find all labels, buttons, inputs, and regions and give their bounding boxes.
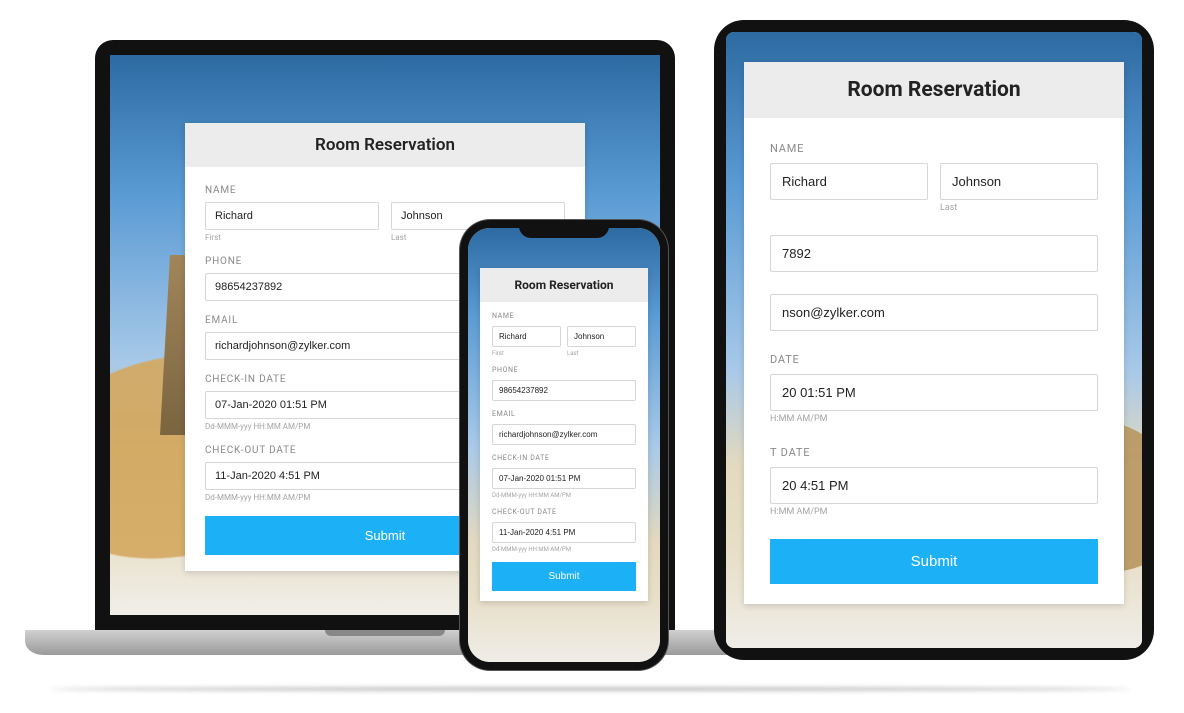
checkout-help-partial: H:MM AM/PM (770, 507, 1098, 517)
checkin-label-partial: DATE (770, 353, 1098, 366)
phone-input-partial[interactable] (770, 235, 1098, 272)
last-name-input[interactable] (567, 326, 636, 347)
name-label: NAME (492, 312, 636, 320)
email-input-partial[interactable] (770, 294, 1098, 331)
checkin-help: Dd-MMM-yyy HH:MM AM/PM (492, 492, 636, 499)
first-name-input[interactable] (205, 202, 379, 230)
form-title: Room Reservation (744, 62, 1124, 118)
checkout-help: Dd-MMM-yyy HH:MM AM/PM (492, 546, 636, 553)
first-name-help: First (492, 350, 561, 357)
last-name-input[interactable] (940, 163, 1098, 200)
reservation-form: Room Reservation NAME Last (744, 62, 1124, 604)
checkin-input[interactable] (492, 468, 636, 489)
last-name-help: Last (940, 203, 1098, 213)
reservation-form: Room Reservation NAME First Last (480, 268, 648, 601)
phone-input[interactable] (492, 380, 636, 401)
phone-notch (519, 220, 609, 238)
submit-button[interactable]: Submit (770, 539, 1098, 584)
last-name-help: Last (567, 350, 636, 357)
tablet-screen: Room Reservation NAME Last (726, 32, 1142, 648)
form-title: Room Reservation (480, 268, 648, 302)
checkout-label: CHECK-OUT DATE (492, 508, 636, 516)
checkout-input[interactable] (492, 522, 636, 543)
first-name-input[interactable] (492, 326, 561, 347)
phone-device: Room Reservation NAME First Last (460, 220, 668, 670)
name-label: NAME (770, 142, 1098, 155)
form-title: Room Reservation (185, 123, 585, 167)
first-name-help: First (205, 233, 379, 242)
phone-screen: Room Reservation NAME First Last (468, 228, 660, 662)
checkin-help-partial: H:MM AM/PM (770, 414, 1098, 424)
email-label: EMAIL (492, 410, 636, 418)
email-input[interactable] (492, 424, 636, 445)
form-body: NAME Last (744, 118, 1124, 604)
checkin-input-partial[interactable] (770, 374, 1098, 411)
phone-label: PHONE (492, 366, 636, 374)
first-name-input[interactable] (770, 163, 928, 200)
form-body: NAME First Last PHONE (480, 302, 648, 601)
tablet-device: Room Reservation NAME Last (714, 20, 1154, 660)
device-shadow (50, 687, 1130, 691)
submit-button[interactable]: Submit (492, 562, 636, 591)
checkout-label-partial: T DATE (770, 446, 1098, 459)
checkin-label: CHECK-IN DATE (492, 454, 636, 462)
name-label: NAME (205, 185, 565, 196)
checkout-input-partial[interactable] (770, 467, 1098, 504)
